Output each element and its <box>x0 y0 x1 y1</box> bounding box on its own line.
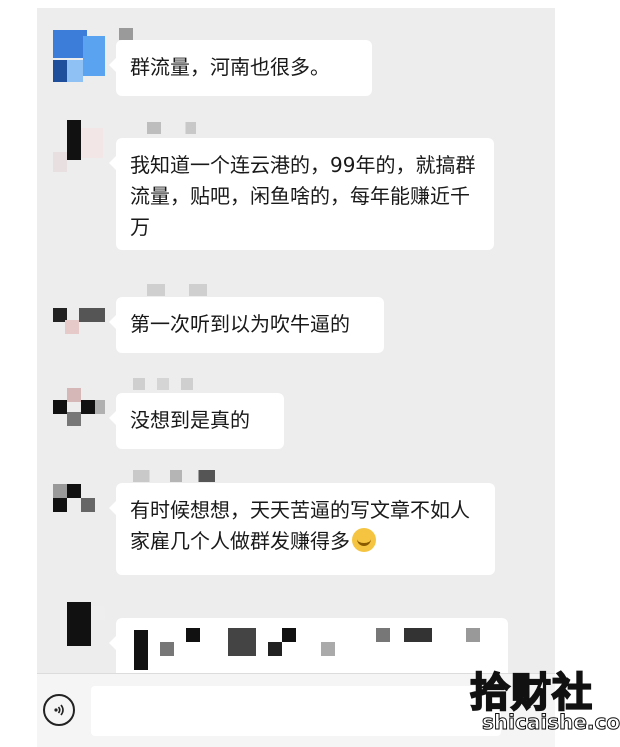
message-text: 有时候想想，天天苦逼的写文章不如人家雇几个人做群发赚得多 <box>130 498 470 553</box>
redaction-block <box>404 628 432 642</box>
voice-icon-glyph <box>54 704 64 716</box>
sender-name <box>147 284 207 296</box>
sender-name <box>147 122 217 134</box>
message-text: 群流量，河南也很多。 <box>130 55 330 79</box>
redaction-block <box>282 628 296 642</box>
message-text: 没想到是真的 <box>130 408 250 432</box>
message-bubble[interactable] <box>109 618 508 680</box>
redaction-block <box>186 628 200 642</box>
redaction-block <box>466 628 480 642</box>
chat-window: 群流量，河南也很多。 我知道一个连云港的，99年的，就搞群流量，贴吧，闲鱼啥的，… <box>37 8 555 747</box>
avatar[interactable] <box>53 284 105 336</box>
sender-name <box>119 28 133 40</box>
message-bubble[interactable]: 第一次听到以为吹牛逼的 <box>109 297 384 353</box>
message-bubble[interactable]: 没想到是真的 <box>109 393 284 449</box>
avatar[interactable] <box>53 474 105 526</box>
avatar[interactable] <box>53 384 105 436</box>
voice-icon[interactable] <box>43 694 75 726</box>
sender-name <box>133 470 215 482</box>
redaction-block <box>134 630 148 670</box>
redaction-block <box>376 628 390 642</box>
avatar[interactable] <box>53 600 105 652</box>
message-text: 我知道一个连云港的，99年的，就搞群流量，贴吧，闲鱼啥的，每年能赚近千万 <box>130 153 476 239</box>
message-text: 第一次听到以为吹牛逼的 <box>130 312 350 336</box>
avatar[interactable] <box>53 30 105 82</box>
laugh-cry-emoji <box>352 528 376 552</box>
watermark-logo: 拾财社 shicaishe.com <box>469 660 620 746</box>
message-bubble[interactable]: 群流量，河南也很多。 <box>109 40 372 96</box>
avatar[interactable] <box>53 120 105 172</box>
message-bubble[interactable]: 我知道一个连云港的，99年的，就搞群流量，贴吧，闲鱼啥的，每年能赚近千万 <box>109 138 494 250</box>
sender-name <box>133 378 213 390</box>
redaction-block <box>160 642 174 656</box>
watermark-sub: shicaishe.com <box>482 710 620 735</box>
redaction-block <box>321 642 335 656</box>
message-bubble[interactable]: 有时候想想，天天苦逼的写文章不如人家雇几个人做群发赚得多 <box>109 483 495 575</box>
redaction-block <box>268 642 282 656</box>
redaction-block <box>228 628 256 656</box>
message-input[interactable] <box>91 686 501 736</box>
